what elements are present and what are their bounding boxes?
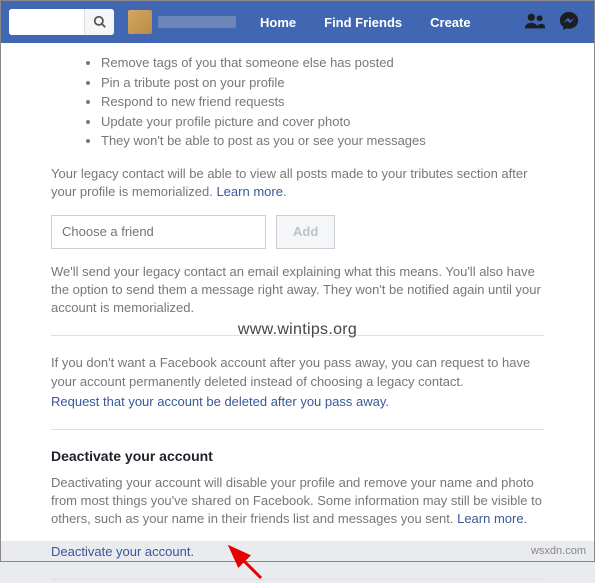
list-item: Update your profile picture and cover ph… [101,112,544,132]
divider [51,335,544,336]
messenger-icon[interactable] [558,10,580,35]
add-button[interactable]: Add [276,215,335,249]
divider [51,579,544,580]
email-explain-paragraph: We'll send your legacy contact an email … [51,263,544,318]
settings-content: Remove tags of you that someone else has… [1,43,594,541]
search-button[interactable] [84,9,114,35]
tributes-paragraph: Your legacy contact will be able to view… [51,165,544,201]
delete-option-paragraph: If you don't want a Facebook account aft… [51,354,544,390]
search-input[interactable] [9,9,84,35]
nav-home[interactable]: Home [250,15,306,30]
profile-name-blur [158,16,236,28]
list-item: Respond to new friend requests [101,92,544,112]
legacy-contact-row: Add [51,215,544,249]
avatar [128,10,152,34]
deactivate-account-link[interactable]: Deactivate your account. [51,544,194,559]
nav-find-friends[interactable]: Find Friends [314,15,412,30]
search-box [9,9,114,35]
list-item: Pin a tribute post on your profile [101,73,544,93]
learn-more-link[interactable]: Learn more [216,184,282,199]
nav-create[interactable]: Create [420,15,480,30]
tributes-text: Your legacy contact will be able to view… [51,166,527,199]
legacy-bullet-list: Remove tags of you that someone else has… [51,53,544,151]
list-item: Remove tags of you that someone else has… [101,53,544,73]
deactivate-heading: Deactivate your account [51,448,544,464]
search-icon [93,15,107,29]
top-nav-bar: Home Find Friends Create [1,1,594,43]
profile-chip[interactable] [122,10,242,34]
friends-icon[interactable] [524,10,546,35]
list-item: They won't be able to post as you or see… [101,131,544,151]
deactivate-paragraph: Deactivating your account will disable y… [51,474,544,529]
source-footer: wsxdn.com [531,545,586,557]
choose-friend-input[interactable] [51,215,266,249]
header-icons [524,10,586,35]
request-delete-link[interactable]: Request that your account be deleted aft… [51,394,389,409]
learn-more-link[interactable]: Learn more [457,511,523,526]
divider [51,429,544,430]
